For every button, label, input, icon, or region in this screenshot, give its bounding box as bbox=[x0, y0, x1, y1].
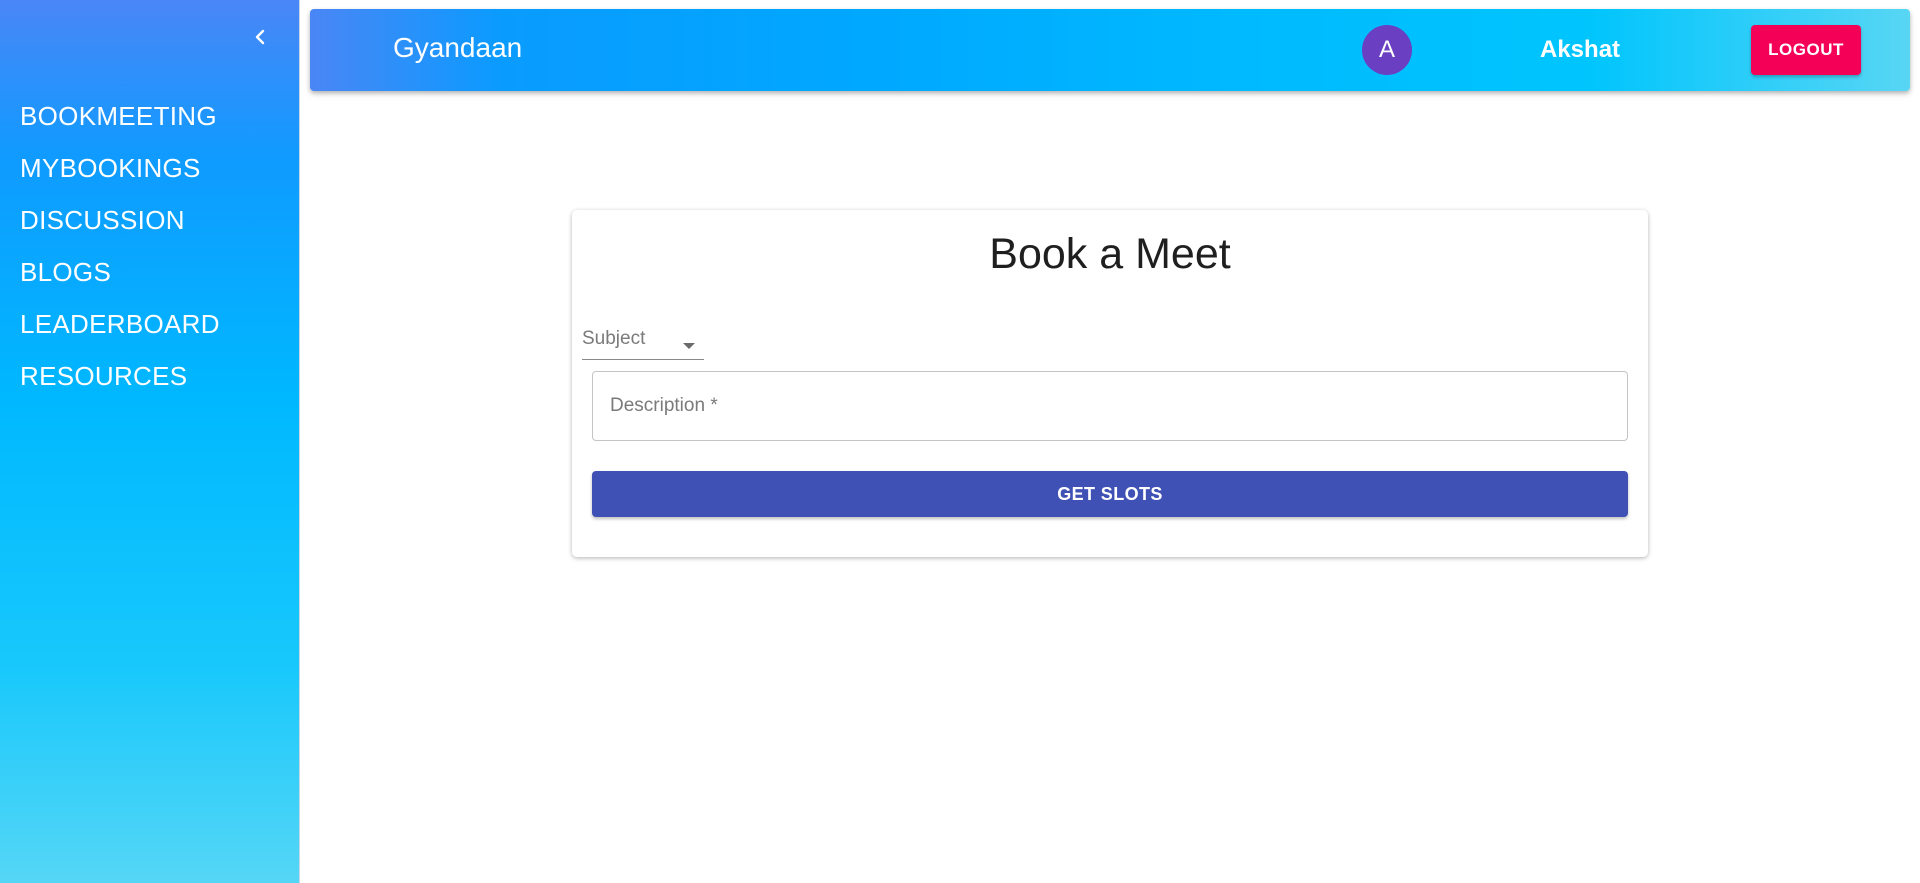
description-field[interactable] bbox=[592, 371, 1628, 441]
logout-button[interactable]: LOGOUT bbox=[1751, 25, 1861, 75]
sidebar: BOOKMEETING MYBOOKINGS DISCUSSION BLOGS … bbox=[0, 0, 300, 883]
sidebar-item-leaderboard[interactable]: LEADERBOARD bbox=[20, 298, 220, 350]
get-slots-button[interactable]: GET SLOTS bbox=[592, 471, 1628, 517]
sidebar-nav: BOOKMEETING MYBOOKINGS DISCUSSION BLOGS … bbox=[20, 90, 220, 402]
page-title: Book a Meet bbox=[989, 230, 1231, 278]
chevron-left-icon bbox=[253, 28, 267, 51]
sidebar-item-resources[interactable]: RESOURCES bbox=[20, 350, 220, 402]
subject-select[interactable]: Subject bbox=[582, 324, 704, 360]
app-bar: Gyandaan A Akshat LOGOUT bbox=[310, 9, 1910, 91]
subject-select-label: Subject bbox=[582, 328, 646, 349]
dropdown-arrow-icon bbox=[682, 337, 696, 355]
sidebar-collapse-button[interactable] bbox=[245, 24, 275, 54]
sidebar-item-bookmeeting[interactable]: BOOKMEETING bbox=[20, 90, 220, 142]
username: Akshat bbox=[1540, 36, 1621, 63]
avatar[interactable]: A bbox=[1362, 25, 1412, 75]
brand-title[interactable]: Gyandaan bbox=[393, 9, 522, 91]
sidebar-item-blogs[interactable]: BLOGS bbox=[20, 246, 220, 298]
sidebar-item-mybookings[interactable]: MYBOOKINGS bbox=[20, 142, 220, 194]
sidebar-item-discussion[interactable]: DISCUSSION bbox=[20, 194, 220, 246]
book-meet-card: Book a Meet Subject GET SLOTS bbox=[572, 210, 1648, 557]
avatar-initial: A bbox=[1378, 36, 1395, 63]
